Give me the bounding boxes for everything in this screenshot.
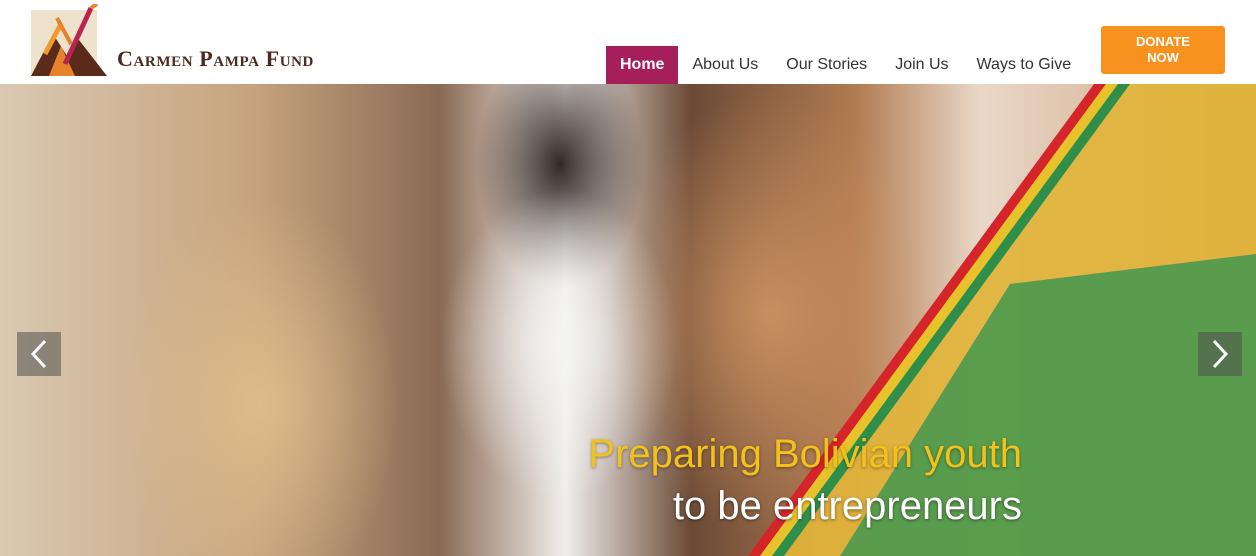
logo-mark-icon xyxy=(31,4,107,76)
donate-now-button[interactable]: DONATE NOW xyxy=(1101,26,1225,74)
chevron-left-icon xyxy=(30,339,47,369)
nav-item-home[interactable]: Home xyxy=(606,46,679,84)
nav-item-about-us[interactable]: About Us xyxy=(678,46,772,84)
chevron-right-icon xyxy=(1212,339,1229,369)
nav-item-our-stories[interactable]: Our Stories xyxy=(772,46,881,84)
logo-text: Carmen Pampa Fund xyxy=(117,46,314,71)
site-header: Carmen Pampa Fund Home About Us Our Stor… xyxy=(0,0,1256,84)
nav-item-join-us[interactable]: Join Us xyxy=(881,46,962,84)
hero-caption: Preparing Bolivian youth to be entrepren… xyxy=(588,430,1022,534)
hero-caption-line2: to be entrepreneurs xyxy=(672,484,1022,528)
slider-prev-button[interactable] xyxy=(17,332,61,376)
hero-caption-line1: Preparing Bolivian youth xyxy=(588,432,1022,476)
nav-item-ways-to-give[interactable]: Ways to Give xyxy=(963,46,1086,84)
main-nav: Home About Us Our Stories Join Us Ways t… xyxy=(606,46,1085,84)
logo[interactable]: Carmen Pampa Fund xyxy=(31,4,314,78)
donate-label-line2: NOW xyxy=(1147,50,1179,65)
hero-slider: Preparing Bolivian youth to be entrepren… xyxy=(0,84,1256,556)
donate-label-line1: DONATE xyxy=(1136,34,1190,49)
slider-next-button[interactable] xyxy=(1198,332,1242,376)
